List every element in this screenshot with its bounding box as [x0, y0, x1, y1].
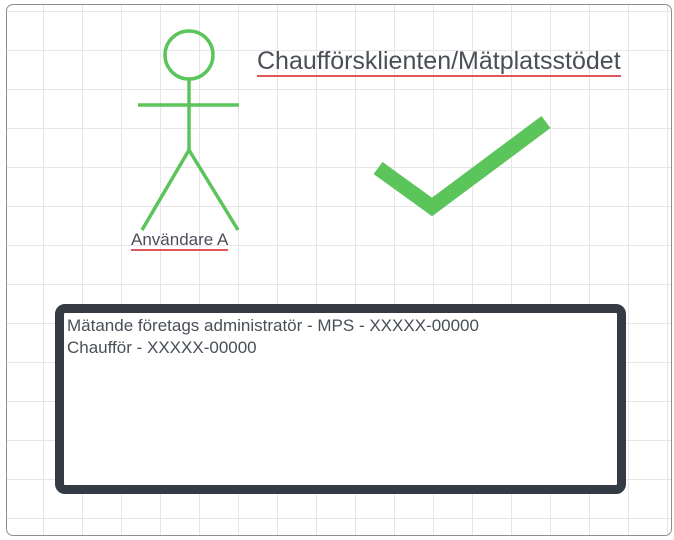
stick-figure-icon: [138, 29, 240, 231]
diagram-title: Chaufförsklienten/Mätplatsstödet: [257, 47, 621, 77]
roles-text: Mätande företags administratör - MPS - X…: [67, 315, 479, 359]
actor-left-leg: [140, 149, 191, 231]
diagram-title-text: Chaufförsklienten/Mätplatsstödet: [257, 47, 621, 77]
actor-label-text: Användare A: [131, 230, 229, 251]
role-line-2: Chaufför - XXXXX-00000: [67, 338, 257, 357]
checkmark-icon: [373, 116, 551, 217]
role-line-1: Mätande företags administratör - MPS - X…: [67, 316, 479, 335]
actor-right-leg: [187, 149, 240, 231]
actor-label: Användare A: [131, 230, 229, 251]
actor-head: [163, 29, 215, 81]
